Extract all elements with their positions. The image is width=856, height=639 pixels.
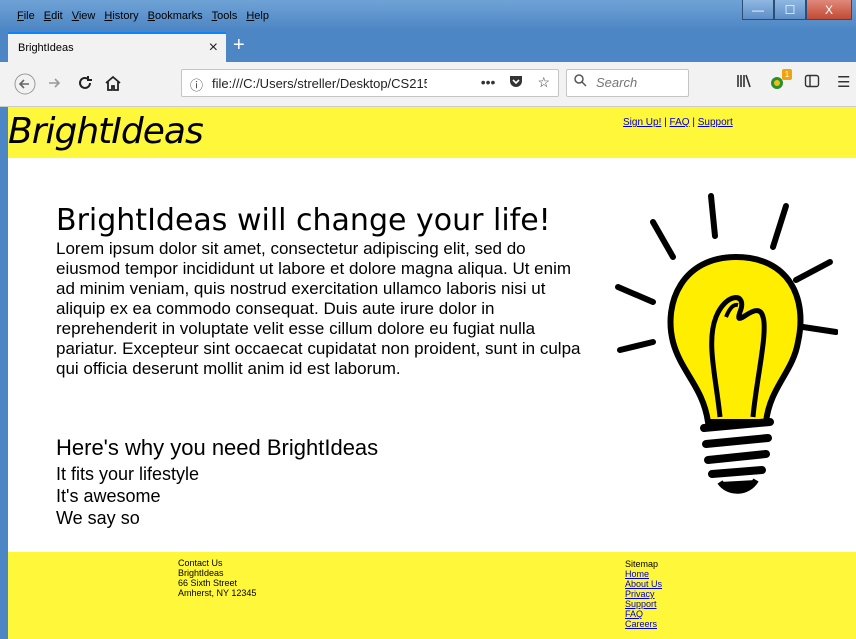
site-header: BrightIdeas Sign Up! | FAQ | Support	[8, 107, 856, 158]
url-bar[interactable]: ⓘ file:///C:/Users/streller/Desktop/CS21…	[181, 69, 559, 97]
back-icon[interactable]	[14, 73, 36, 100]
maximize-button[interactable]: ☐	[774, 0, 806, 20]
tab-close-icon[interactable]: ×	[209, 39, 218, 57]
top-links: Sign Up! | FAQ | Support	[623, 117, 733, 128]
tab-title: BrightIdeas	[18, 42, 74, 54]
menu-bar: File Edit View History Bookmarks Tools H…	[16, 10, 270, 22]
menu-tools[interactable]: Tools	[211, 10, 239, 22]
url-actions: ••• ☆	[481, 74, 550, 91]
intro-paragraph: Lorem ipsum dolor sit amet, consectetur …	[56, 239, 581, 378]
search-icon	[574, 74, 587, 90]
brand-logo[interactable]: BrightIdeas	[8, 111, 204, 152]
menu-history[interactable]: History	[103, 10, 139, 22]
contact-block: Contact Us BrightIdeas 66 Sixth Street A…	[178, 558, 256, 598]
search-input[interactable]	[594, 74, 688, 91]
site-footer: Contact Us BrightIdeas 66 Sixth Street A…	[8, 552, 856, 639]
contact-street: 66 Sixth Street	[178, 578, 238, 588]
page-actions-icon[interactable]: •••	[481, 74, 496, 91]
sidebar-icon[interactable]	[804, 73, 820, 95]
new-tab-button[interactable]: +	[233, 34, 245, 57]
reason-item: It's awesome	[56, 486, 161, 506]
reason-item: We say so	[56, 508, 140, 528]
menu-bookmarks[interactable]: Bookmarks	[147, 10, 204, 22]
contact-title: Contact Us	[178, 558, 223, 568]
faq-link[interactable]: FAQ	[670, 117, 690, 128]
reload-icon[interactable]	[76, 74, 94, 97]
lightbulb-icon	[615, 193, 838, 494]
bookmark-star-icon[interactable]: ☆	[537, 74, 550, 91]
menu-edit[interactable]: Edit	[43, 10, 64, 22]
close-window-button[interactable]: X	[806, 0, 852, 20]
url-text[interactable]: file:///C:/Users/streller/Desktop/CS215_…	[212, 76, 427, 91]
menu-view[interactable]: View	[71, 10, 97, 22]
link-separator: |	[664, 117, 667, 128]
page-viewport: BrightIdeas Sign Up! | FAQ | Support Bri…	[8, 107, 856, 639]
window-controls: — ☐ X	[742, 0, 852, 20]
home-icon[interactable]	[104, 74, 122, 97]
menu-file[interactable]: File	[16, 10, 36, 22]
sitemap-link-support[interactable]: Support	[625, 599, 662, 609]
sitemap-link-home[interactable]: Home	[625, 569, 662, 579]
sitemap-title: Sitemap	[625, 559, 659, 569]
sitemap-link-faq[interactable]: FAQ	[625, 609, 662, 619]
sitemap-link-privacy[interactable]: Privacy	[625, 589, 662, 599]
sitemap-link-about[interactable]: About Us	[625, 579, 662, 589]
search-box[interactable]	[566, 69, 689, 97]
contact-company: BrightIdeas	[178, 568, 224, 578]
reason-item: It fits your lifestyle	[56, 464, 200, 484]
navigation-toolbar: ⓘ file:///C:/Users/streller/Desktop/CS21…	[0, 62, 856, 107]
toolbar-icons: ☰	[736, 73, 850, 95]
minimize-button[interactable]: —	[742, 0, 774, 20]
signup-link[interactable]: Sign Up!	[623, 117, 661, 128]
menu-icon[interactable]: ☰	[837, 73, 850, 95]
sitemap-block: Sitemap Home About Us Privacy Support FA…	[625, 559, 662, 629]
contact-city: Amherst, NY 12345	[178, 588, 257, 598]
info-icon[interactable]: ⓘ	[190, 75, 203, 94]
window-titlebar: File Edit View History Bookmarks Tools H…	[0, 0, 856, 30]
library-icon[interactable]	[736, 73, 752, 95]
window-border	[0, 107, 8, 639]
link-separator: |	[692, 117, 695, 128]
why-heading: Here's why you need BrightIdeas	[56, 435, 379, 460]
forward-icon[interactable]	[46, 75, 62, 96]
reasons-list: It fits your lifestyle It's awesome We s…	[56, 463, 199, 529]
tab-brightideas[interactable]: BrightIdeas ×	[8, 32, 226, 62]
main-heading: BrightIdeas will change your life!	[56, 203, 551, 238]
tab-strip: BrightIdeas ×	[0, 30, 856, 62]
support-link[interactable]: Support	[698, 117, 733, 128]
menu-help[interactable]: Help	[245, 10, 270, 22]
notification-badge: 1	[782, 69, 792, 80]
sitemap-link-careers[interactable]: Careers	[625, 619, 662, 629]
pocket-icon[interactable]	[509, 74, 523, 91]
